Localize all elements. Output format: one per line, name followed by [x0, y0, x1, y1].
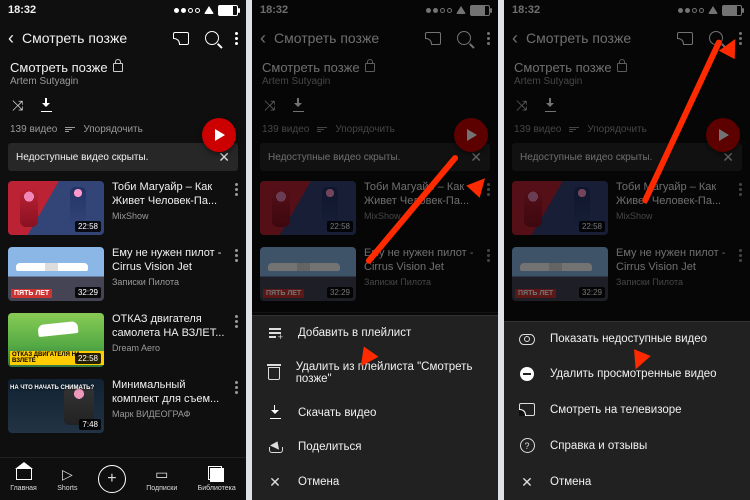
video-row[interactable]: ПЯТЬ ЛЕТ32:29 Ему не нужен пилот - Cirru…	[0, 241, 246, 307]
nav-shorts[interactable]: ▷Shorts	[57, 467, 77, 492]
video-title: Ему не нужен пилот - Cirrus Vision Jet	[112, 247, 227, 275]
sheet-watch-on-tv[interactable]: Смотреть на телевизоре	[504, 392, 750, 427]
channel-name: MixShow	[112, 211, 227, 221]
app-header: ‹ Смотреть позже	[0, 20, 246, 56]
shuffle-icon[interactable]: ⤨	[12, 97, 23, 114]
playlist-name: Смотреть позже	[10, 60, 108, 75]
playlist-author: Artem Sutyagin	[10, 76, 236, 87]
trash-icon	[268, 367, 280, 380]
nav-subscriptions[interactable]: ▭Подписки	[146, 467, 177, 492]
search-icon[interactable]	[205, 31, 219, 45]
item-action-sheet: Добавить в плейлист Удалить из плейлиста…	[252, 315, 498, 500]
remove-icon	[520, 367, 534, 381]
video-count: 139 видео	[10, 124, 57, 135]
hidden-videos-banner: Недоступные видео скрыты. ✕	[8, 143, 238, 171]
share-icon	[269, 441, 281, 453]
status-bar: 18:32	[0, 0, 246, 20]
sheet-delete-watched[interactable]: Удалить просмотренные видео	[504, 356, 750, 392]
download-icon	[270, 407, 281, 419]
duration-badge: 22:58	[75, 353, 101, 364]
video-more-icon[interactable]	[235, 315, 238, 328]
thumbnail[interactable]: НА ЧТО НАЧАТЬ СНИМАТЬ?7:48	[8, 379, 104, 433]
sheet-add-to-playlist[interactable]: Добавить в плейлист	[252, 316, 498, 350]
duration-badge: 32:29	[75, 287, 101, 298]
eye-icon	[519, 334, 535, 345]
nav-library[interactable]: Библиотека	[198, 467, 236, 492]
video-title: ОТКАЗ двигателя самолета НА ВЗЛЕТ...	[112, 313, 227, 341]
duration-badge: 22:58	[75, 221, 101, 232]
page-title: Смотреть позже	[22, 30, 165, 46]
video-row[interactable]: НА ЧТО НАЧАТЬ СНИМАТЬ?7:48 Минимальный к…	[0, 373, 246, 439]
page-action-sheet: Показать недоступные видео Удалить просм…	[504, 321, 750, 500]
thumbnail[interactable]: ОТКАЗ ДВИГАТЕЛЯ НА ВЗЛЕТЕ22:58	[8, 313, 104, 367]
sheet-remove-from-playlist[interactable]: Удалить из плейлиста "Смотреть позже"	[252, 350, 498, 396]
playlist-header: Смотреть позже Artem Sutyagin	[0, 56, 246, 89]
wifi-icon	[204, 6, 214, 14]
nav-create[interactable]: +	[98, 465, 126, 493]
channel-name: Марк ВИДЕОГРАФ	[112, 409, 227, 419]
more-icon[interactable]	[235, 32, 238, 45]
cast-icon	[519, 403, 535, 416]
screenshot-1: 18:32 ‹ Смотреть позже Смотреть позже Ar…	[0, 0, 246, 500]
channel-name: Dream Aero	[112, 343, 227, 353]
sort-label[interactable]: Упорядочить	[83, 124, 143, 135]
banner-text: Недоступные видео скрыты.	[16, 152, 148, 163]
shorts-icon: ▷	[62, 467, 73, 483]
playlist-add-icon	[269, 327, 281, 339]
sheet-download[interactable]: Скачать видео	[252, 396, 498, 430]
library-icon	[210, 468, 224, 482]
video-row[interactable]: 22:58 Тоби Магуайр – Как Живет Человек-П…	[0, 175, 246, 241]
status-time: 18:32	[8, 4, 36, 16]
download-icon[interactable]	[41, 100, 52, 112]
close-icon: ✕	[266, 475, 284, 489]
bottom-nav: Главная ▷Shorts + ▭Подписки Библиотека	[0, 457, 246, 500]
battery-icon	[218, 5, 238, 16]
play-all-button[interactable]	[202, 118, 236, 152]
sheet-cancel[interactable]: ✕Отмена	[504, 464, 750, 500]
screenshot-2: 18:32 ‹ Смотреть позже Смотреть позжеArt…	[252, 0, 498, 500]
cellular-icon	[174, 8, 200, 13]
video-title: Минимальный комплект для съем...	[112, 379, 227, 407]
sheet-cancel[interactable]: ✕Отмена	[252, 464, 498, 500]
home-icon	[16, 469, 32, 480]
video-more-icon[interactable]	[235, 183, 238, 196]
sheet-help-feedback[interactable]: ?Справка и отзывы	[504, 427, 750, 464]
sort-icon[interactable]	[65, 127, 75, 132]
video-list: 22:58 Тоби Магуайр – Как Живет Человек-П…	[0, 175, 246, 439]
channel-name: Записки Пилота	[112, 277, 227, 287]
sheet-share[interactable]: Поделиться	[252, 430, 498, 464]
video-title: Тоби Магуайр – Как Живет Человек-Па...	[112, 181, 227, 209]
thumbnail[interactable]: ПЯТЬ ЛЕТ32:29	[8, 247, 104, 301]
video-more-icon[interactable]	[235, 381, 238, 394]
sheet-show-unavailable[interactable]: Показать недоступные видео	[504, 322, 750, 356]
nav-home[interactable]: Главная	[10, 467, 37, 492]
duration-badge: 7:48	[79, 419, 101, 430]
close-icon: ✕	[518, 475, 536, 489]
thumbnail[interactable]: 22:58	[8, 181, 104, 235]
lock-icon	[113, 63, 123, 72]
screenshot-3: 18:32 ‹ Смотреть позже Смотреть позжеArt…	[504, 0, 750, 500]
plus-icon: +	[98, 465, 126, 493]
close-icon[interactable]: ✕	[218, 150, 230, 164]
back-icon[interactable]: ‹	[8, 29, 14, 47]
video-row[interactable]: ОТКАЗ ДВИГАТЕЛЯ НА ВЗЛЕТЕ22:58 ОТКАЗ дви…	[0, 307, 246, 373]
cast-icon[interactable]	[173, 32, 189, 45]
help-icon: ?	[520, 438, 535, 453]
video-more-icon[interactable]	[235, 249, 238, 262]
subscriptions-icon: ▭	[155, 467, 168, 483]
